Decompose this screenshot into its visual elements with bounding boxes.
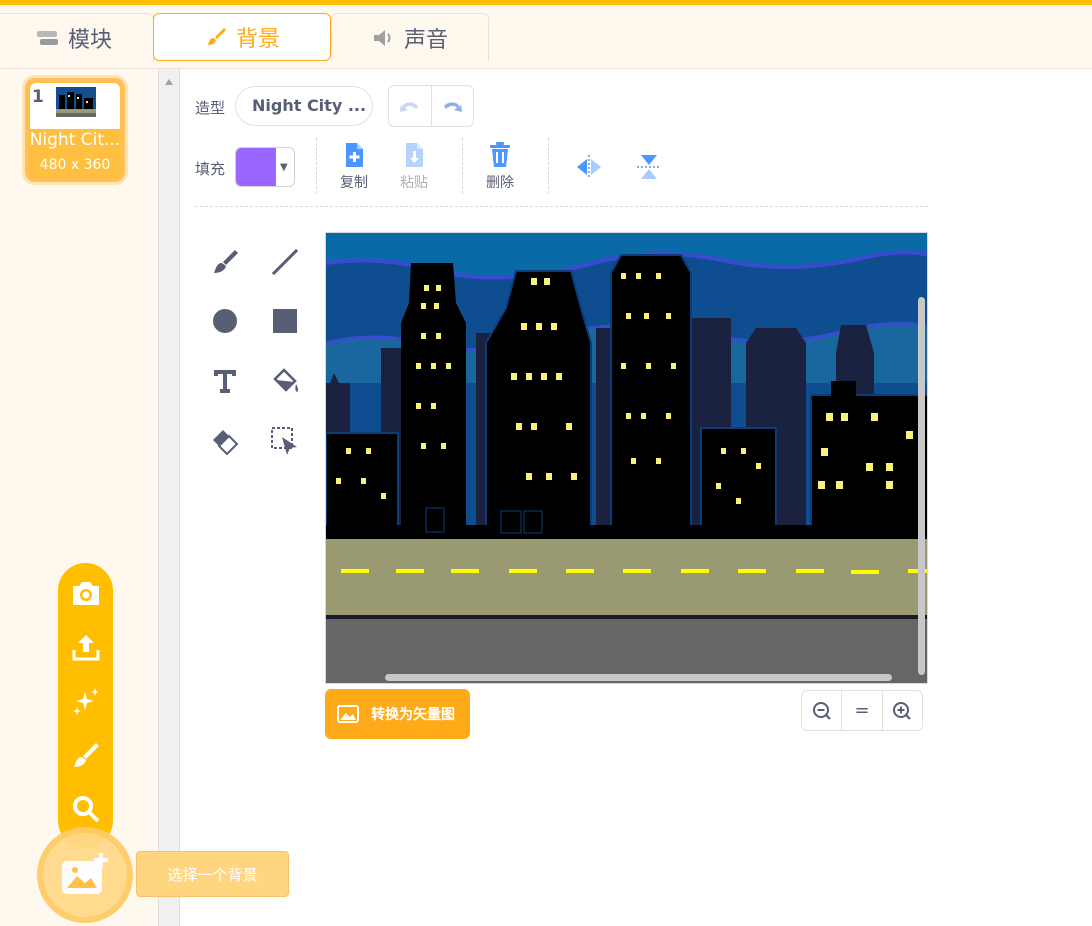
undo-redo-group bbox=[388, 85, 474, 127]
paint-icon bbox=[73, 743, 99, 767]
fill-tool[interactable] bbox=[265, 361, 305, 401]
scroll-up-arrow-icon[interactable] bbox=[165, 79, 173, 85]
zoom-in-button[interactable] bbox=[881, 691, 922, 730]
zoom-reset-label: = bbox=[854, 700, 870, 721]
paintbrush-icon bbox=[207, 28, 226, 45]
copy-icon bbox=[346, 143, 363, 167]
trash-icon bbox=[490, 142, 510, 167]
paste-icon bbox=[406, 143, 423, 167]
camera-button[interactable] bbox=[58, 573, 113, 613]
fill-color-swatch bbox=[236, 148, 276, 186]
fill-label: 填充 bbox=[195, 160, 226, 178]
surprise-icon bbox=[72, 688, 99, 715]
backdrop-thumbnail[interactable]: 1 Night Cit... 480 x 360 bbox=[25, 78, 125, 182]
rectangle-icon bbox=[273, 309, 297, 333]
editor-tabs: 模块 背景 声音 bbox=[0, 5, 1092, 69]
select-tool[interactable] bbox=[265, 421, 305, 461]
dropdown-caret-icon: ▼ bbox=[280, 162, 288, 173]
text-icon bbox=[214, 370, 236, 393]
tab-backdrops[interactable]: 背景 bbox=[153, 13, 331, 61]
speaker-icon bbox=[373, 29, 391, 46]
costume-name-input[interactable]: Night City ... bbox=[235, 86, 373, 126]
toolbar-bottom-divider bbox=[195, 206, 928, 207]
zoom-out-button[interactable] bbox=[802, 691, 841, 730]
backdrop-list-scrollbar[interactable] bbox=[158, 69, 180, 926]
camera-icon bbox=[72, 582, 99, 605]
code-blocks-icon bbox=[36, 30, 58, 45]
tab-sounds-label: 声音 bbox=[403, 27, 448, 53]
flip-horizontal-icon bbox=[577, 155, 601, 179]
eraser-tool[interactable] bbox=[205, 421, 245, 461]
undo-icon bbox=[399, 102, 418, 112]
copy-button[interactable]: 复制 bbox=[340, 142, 368, 192]
canvas-horizontal-scrollbar[interactable] bbox=[385, 674, 892, 681]
flip-vertical-button[interactable] bbox=[629, 147, 669, 187]
backdrop-number: 1 bbox=[32, 87, 44, 107]
eraser-icon bbox=[213, 430, 239, 456]
rectangle-tool[interactable] bbox=[265, 301, 305, 341]
image-icon bbox=[337, 705, 359, 723]
delete-button[interactable]: 删除 bbox=[486, 142, 514, 192]
backdrop-preview-image bbox=[56, 87, 96, 117]
zoom-in-icon bbox=[893, 701, 912, 720]
toolbar-divider bbox=[316, 138, 317, 194]
brush-tool[interactable] bbox=[205, 242, 245, 282]
fill-color-picker[interactable]: ▼ bbox=[235, 147, 295, 187]
line-tool[interactable] bbox=[265, 242, 305, 282]
tab-code[interactable]: 模块 bbox=[0, 13, 154, 61]
choose-backdrop-menu bbox=[58, 563, 113, 848]
flip-horizontal-button[interactable] bbox=[569, 147, 609, 187]
night-city-backdrop-image bbox=[326, 233, 927, 683]
zoom-controls: = bbox=[801, 690, 923, 731]
add-backdrop-icon bbox=[62, 853, 108, 894]
upload-button[interactable] bbox=[58, 627, 113, 667]
zoom-out-icon bbox=[812, 701, 831, 720]
choose-backdrop-button[interactable] bbox=[37, 827, 133, 923]
paint-bucket-icon bbox=[273, 368, 299, 392]
paste-button[interactable]: 粘贴 bbox=[400, 142, 428, 192]
toolbar-divider bbox=[548, 138, 549, 194]
text-tool[interactable] bbox=[205, 361, 245, 401]
costume-label: 造型 bbox=[195, 99, 226, 117]
search-button[interactable] bbox=[58, 789, 113, 829]
redo-icon bbox=[444, 102, 463, 112]
paint-button[interactable] bbox=[58, 735, 113, 775]
circle-tool[interactable] bbox=[205, 301, 245, 341]
circle-icon bbox=[213, 309, 237, 333]
flip-vertical-icon bbox=[637, 155, 661, 179]
surprise-button[interactable] bbox=[58, 681, 113, 721]
delete-label: 删除 bbox=[486, 175, 514, 191]
select-icon bbox=[271, 427, 297, 455]
canvas-vertical-scrollbar[interactable] bbox=[918, 297, 925, 675]
copy-label: 复制 bbox=[340, 175, 368, 191]
backdrop-size: 480 x 360 bbox=[39, 157, 111, 173]
paint-canvas[interactable] bbox=[325, 232, 928, 684]
convert-to-vector-button[interactable]: 转换为矢量图 bbox=[325, 689, 470, 739]
toolbar-divider bbox=[462, 138, 463, 194]
redo-button[interactable] bbox=[432, 86, 474, 126]
convert-to-vector-label: 转换为矢量图 bbox=[371, 707, 455, 723]
backdrop-name: Night Cit... bbox=[29, 130, 121, 150]
zoom-reset-button[interactable]: = bbox=[841, 691, 881, 730]
paste-label: 粘贴 bbox=[400, 175, 428, 191]
brush-icon bbox=[214, 250, 238, 273]
tab-backdrops-label: 背景 bbox=[235, 27, 280, 52]
tab-code-label: 模块 bbox=[67, 27, 112, 53]
upload-icon bbox=[72, 635, 99, 661]
choose-backdrop-tooltip: 选择一个背景 bbox=[136, 851, 289, 897]
undo-button[interactable] bbox=[389, 86, 432, 126]
search-icon bbox=[72, 796, 99, 823]
tab-sounds[interactable]: 声音 bbox=[331, 13, 489, 61]
line-icon bbox=[271, 248, 299, 276]
